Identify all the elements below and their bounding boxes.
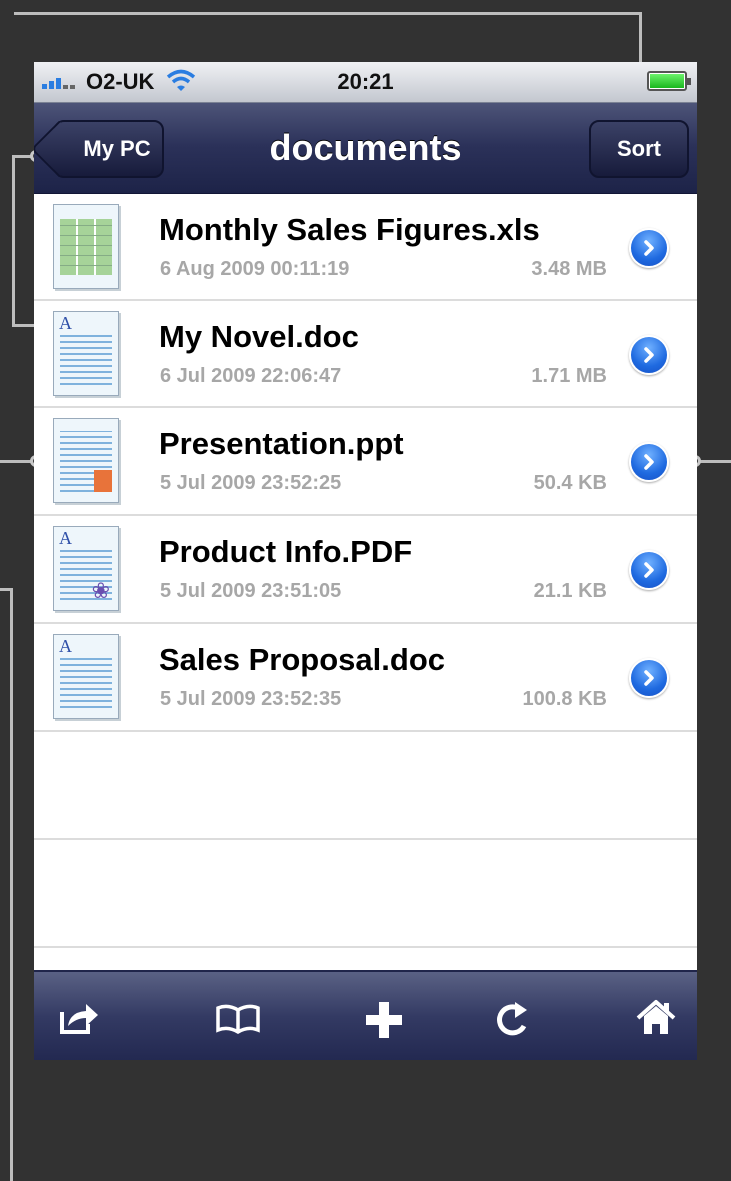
- file-row[interactable]: A My Novel.doc 6 Jul 2009 22:06:47 1.71 …: [34, 301, 697, 408]
- file-name: Product Info.PDF: [159, 534, 413, 569]
- file-date: 6 Aug 2009 00:11:19: [160, 258, 350, 280]
- battery-icon: [647, 71, 691, 91]
- file-date: 5 Jul 2009 23:52:35: [160, 688, 342, 710]
- phone-screen: O2-UK 20:21 My PC documents Sort Monthly…: [34, 62, 697, 1060]
- refresh-icon[interactable]: [491, 998, 535, 1038]
- presentation-icon: [53, 418, 119, 503]
- file-date: 5 Jul 2009 23:51:05: [160, 580, 342, 602]
- navigation-bar: My PC documents Sort: [34, 103, 697, 194]
- file-name: Sales Proposal.doc: [159, 642, 445, 677]
- chevron-right-icon[interactable]: [629, 550, 669, 590]
- file-date: 5 Jul 2009 23:52:25: [160, 472, 342, 494]
- file-list: Monthly Sales Figures.xls 6 Aug 2009 00:…: [34, 194, 697, 948]
- bottom-toolbar: [34, 970, 697, 1060]
- file-row[interactable]: Presentation.ppt 5 Jul 2009 23:52:25 50.…: [34, 408, 697, 516]
- file-size: 21.1 KB: [533, 580, 607, 602]
- file-name: Monthly Sales Figures.xls: [159, 212, 540, 247]
- sort-button[interactable]: Sort: [589, 120, 689, 178]
- back-button[interactable]: My PC: [54, 120, 164, 178]
- status-bar: O2-UK 20:21: [34, 62, 697, 103]
- document-icon: A: [53, 311, 119, 396]
- page-title: documents: [269, 127, 462, 168]
- file-date: 6 Jul 2009 22:06:47: [160, 365, 342, 387]
- file-size: 3.48 MB: [531, 258, 607, 280]
- document-icon: A: [53, 634, 119, 719]
- clock: 20:21: [337, 69, 394, 94]
- pdf-icon: A ❀: [53, 526, 119, 611]
- home-icon[interactable]: [634, 998, 678, 1038]
- file-row[interactable]: A ❀ Product Info.PDF 5 Jul 2009 23:51:05 …: [34, 516, 697, 624]
- empty-list-row: [34, 840, 697, 948]
- bookmarks-icon[interactable]: [214, 998, 260, 1038]
- chevron-right-icon[interactable]: [629, 442, 669, 482]
- chevron-right-icon[interactable]: [629, 335, 669, 375]
- callout-line-disclosure: [696, 460, 731, 463]
- add-icon[interactable]: [362, 998, 406, 1038]
- file-size: 50.4 KB: [533, 472, 607, 494]
- file-size: 100.8 KB: [522, 688, 608, 710]
- share-icon[interactable]: [56, 998, 100, 1038]
- file-name: Presentation.ppt: [159, 426, 404, 461]
- file-row[interactable]: A Sales Proposal.doc 5 Jul 2009 23:52:35…: [34, 624, 697, 732]
- chevron-right-icon[interactable]: [629, 228, 669, 268]
- file-name: My Novel.doc: [159, 319, 359, 354]
- file-row[interactable]: Monthly Sales Figures.xls 6 Aug 2009 00:…: [34, 194, 697, 301]
- back-button-label: My PC: [83, 136, 151, 161]
- callout-line-list: [0, 588, 13, 1181]
- file-size: 1.71 MB: [531, 365, 607, 387]
- empty-list-row: [34, 732, 697, 840]
- chevron-right-icon[interactable]: [629, 658, 669, 698]
- spreadsheet-icon: [53, 204, 119, 289]
